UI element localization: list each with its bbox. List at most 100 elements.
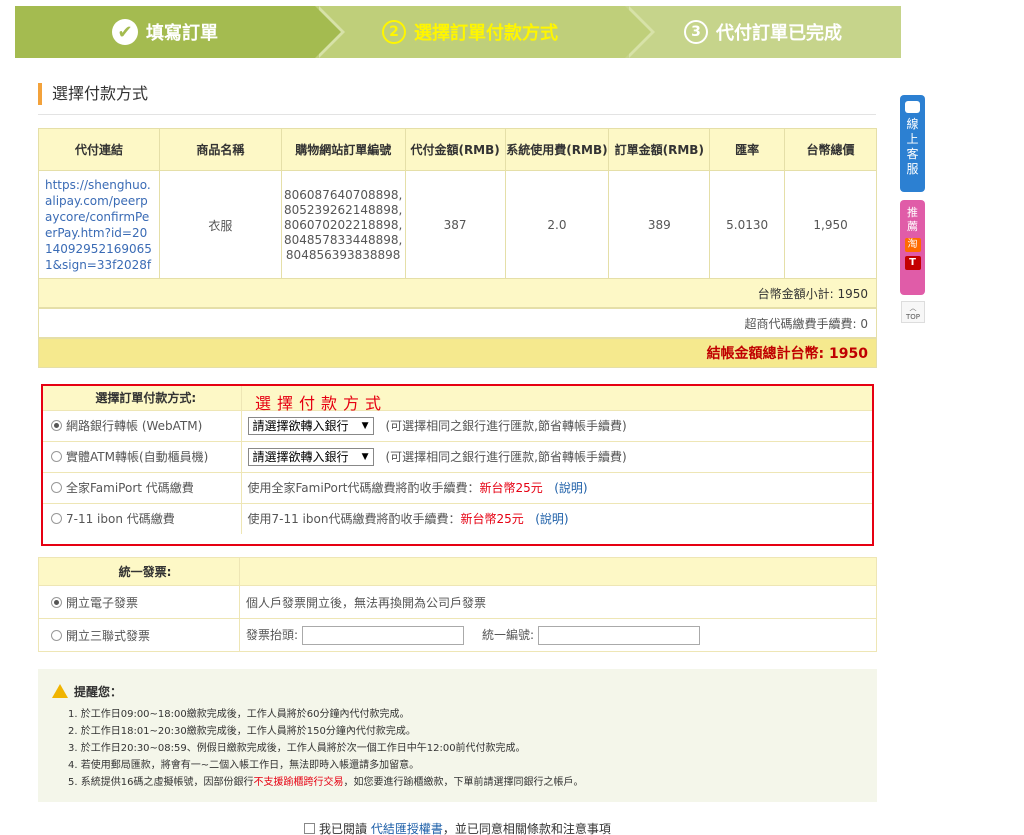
recommend-label: 推薦 <box>907 206 918 233</box>
progress-steps: ✔ 填寫訂單 2 選擇訂單付款方式 3 代付訂單已完成 <box>15 6 901 58</box>
fee-amount: 新台幣25元 <box>460 512 524 527</box>
notice-item: 2. 於工作日18:01~20:30繳款完成後，工作人員將於150分鐘內代付款完… <box>68 726 416 737</box>
store-fee: 超商代碼繳費手續費: 0 <box>38 308 877 338</box>
option-label: 開立三聯式發票 <box>66 628 151 643</box>
divider <box>38 114 876 115</box>
option-label: 全家FamiPort 代碼繳費 <box>66 481 194 495</box>
service-label: 線上客服 <box>906 117 919 176</box>
recommend-widget[interactable]: 推薦 淘 T <box>900 200 925 295</box>
top-label: TOP <box>905 313 920 321</box>
handwritten-annotation: 選擇付款方式 <box>255 394 388 413</box>
invoice-option-electronic[interactable]: 開立電子發票 個人戶發票開立後，無法再換開為公司戶發票 <box>38 585 877 619</box>
bank-select[interactable]: 請選擇欲轉入銀行 ▼ <box>247 416 374 435</box>
subtotal: 台幣金額小計: 1950 <box>38 278 877 308</box>
option-desc: 使用7-11 ibon代碼繳費將酌收手續費： <box>247 512 461 527</box>
col-header: 匯率 <box>709 128 786 171</box>
pay-link[interactable]: https://shenghuo.alipay.com/peerpaycore/… <box>38 170 160 280</box>
notice-item: 5. 系統提供16碼之虛擬帳號，因部份銀行不支援踰櫃跨行交易，如您要進行踰櫃繳款… <box>68 774 877 791</box>
radio-webatm[interactable] <box>51 420 62 431</box>
option-label: 網路銀行轉帳 (WebATM) <box>66 419 203 433</box>
chat-icon <box>905 101 920 113</box>
tax-id-input[interactable] <box>538 625 701 645</box>
order-id: 804857833448898, <box>284 232 403 247</box>
option-label: 實體ATM轉帳(自動櫃員機) <box>66 450 209 464</box>
step-choose-payment: 2 選擇訂單付款方式 <box>315 6 655 58</box>
invoice-title-label: 發票抬頭: <box>246 627 299 642</box>
grand-total: 結帳金額總計台幣: 1950 <box>38 338 877 368</box>
radio-famiport[interactable] <box>51 482 62 493</box>
select-value: 請選擇欲轉入銀行 <box>252 418 349 433</box>
payment-option-ibon[interactable]: 7-11 ibon 代碼繳費 使用7-11 ibon代碼繳費將酌收手續費：新台幣… <box>43 503 872 534</box>
payment-option-webatm[interactable]: 網路銀行轉帳 (WebATM) 請選擇欲轉入銀行 ▼ (可選擇相同之銀行進行匯款,節… <box>43 410 872 442</box>
notice-text: 5. 系統提供16碼之虛擬帳號，因部份銀行 <box>68 777 254 788</box>
option-note: (可選擇相同之銀行進行匯款,節省轉帳手續費) <box>385 418 627 433</box>
invoice-title-input[interactable] <box>302 625 465 645</box>
option-note: (可選擇相同之銀行進行匯款,節省轉帳手續費) <box>385 449 627 464</box>
select-value: 請選擇欲轉入銀行 <box>252 449 349 464</box>
col-header: 商品名稱 <box>159 128 282 171</box>
invoice-option-triplicate[interactable]: 開立三聯式發票 發票抬頭: 統一編號: <box>38 618 877 652</box>
option-label: 開立電子發票 <box>66 595 139 610</box>
taobao-icon[interactable]: 淘 <box>904 238 921 252</box>
explain-link[interactable]: (說明) <box>554 481 587 495</box>
back-to-top-button[interactable]: ︿ TOP <box>901 301 925 323</box>
notice-box: 提醒您： 1. 於工作日09:00~18:00繳款完成後，工作人員將於60分鐘內… <box>38 669 877 802</box>
option-desc: 個人戶發票開立後，無法再換開為公司戶發票 <box>239 585 877 619</box>
col-header: 台幣總價 <box>784 128 877 171</box>
invoice-table: 統一發票: 開立電子發票 個人戶發票開立後，無法再換開為公司戶發票 開立三聯式發… <box>38 557 877 652</box>
radio-ibon[interactable] <box>51 513 62 525</box>
col-header: 系統使用費(RMB) <box>504 128 610 171</box>
notice-item: 3. 於工作日20:30~08:59、例假日繳款完成後，工作人員將於次一個工作日… <box>68 743 526 754</box>
order-id: 805239262148898, <box>284 202 403 217</box>
radio-e-invoice[interactable] <box>51 596 62 608</box>
radio-atm[interactable] <box>51 451 62 462</box>
online-service-button[interactable]: 線上客服 <box>900 95 925 192</box>
step-number: 3 <box>684 20 708 44</box>
exchange-rate: 5.0130 <box>709 170 786 280</box>
payment-option-famiport[interactable]: 全家FamiPort 代碼繳費 使用全家FamiPort代碼繳費將酌收手續費：新… <box>43 472 872 504</box>
agree-text: 我已閱讀 <box>319 822 368 835</box>
explain-link[interactable]: (說明) <box>535 512 568 526</box>
bank-select[interactable]: 請選擇欲轉入銀行 ▼ <box>247 447 374 466</box>
twd-total: 1,950 <box>784 170 877 280</box>
invoice-header: 統一發票: <box>38 557 240 586</box>
notice-warning-text: 不支援踰櫃跨行交易 <box>253 777 344 788</box>
warning-icon <box>52 684 68 698</box>
tax-id-label: 統一編號: <box>482 627 535 642</box>
dropdown-arrow-icon: ▼ <box>361 451 369 462</box>
chevron-up-icon: ︿ <box>909 304 917 312</box>
tmall-icon[interactable]: T <box>904 256 921 270</box>
col-header: 代付連結 <box>38 128 160 171</box>
notice-title: 提醒您： <box>74 685 123 699</box>
pay-amount: 387 <box>404 170 506 280</box>
pay-link-text[interactable]: https://shenghuo.alipay.com/peerpaycore/… <box>45 177 153 273</box>
step-label: 填寫訂單 <box>146 23 218 44</box>
step-number: 2 <box>382 20 406 44</box>
check-icon: ✔ <box>112 19 138 45</box>
payment-table: 選擇訂單付款方式: 網路銀行轉帳 (WebATM) 請選擇欲轉入銀行 ▼ (可選擇相… <box>43 386 872 534</box>
agree-row: 我已閱讀 代結匯授權書，並已同意相關條款和注意事項 <box>304 820 611 835</box>
option-desc: 使用全家FamiPort代碼繳費將酌收手續費： <box>247 481 480 495</box>
agree-checkbox[interactable] <box>304 823 315 834</box>
radio-triplicate[interactable] <box>51 629 62 641</box>
col-header: 訂單金額(RMB) <box>608 128 711 171</box>
section-title: 選擇付款方式 <box>38 83 148 105</box>
product-name: 衣服 <box>159 170 282 280</box>
step-completed: 3 代付訂單已完成 <box>625 6 901 58</box>
payment-header: 選擇訂單付款方式: <box>43 386 242 411</box>
step-label: 選擇訂單付款方式 <box>414 23 558 44</box>
table-row: https://shenghuo.alipay.com/peerpaycore/… <box>38 170 877 280</box>
col-header: 代付金額(RMB) <box>404 128 506 171</box>
payment-option-atm[interactable]: 實體ATM轉帳(自動櫃員機) 請選擇欲轉入銀行 ▼ (可選擇相同之銀行進行匯款,節省… <box>43 441 872 473</box>
payment-method-box: 選擇付款方式 選擇訂單付款方式: 網路銀行轉帳 (WebATM) 請選擇欲轉入銀… <box>41 384 874 546</box>
order-amount: 389 <box>608 170 711 280</box>
order-id: 806070202218898, <box>284 217 403 232</box>
step-label: 代付訂單已完成 <box>716 23 842 44</box>
agree-text: ，並已同意相關條款和注意事項 <box>442 822 611 835</box>
order-table: 代付連結 商品名稱 購物網站訂單編號 代付金額(RMB) 系統使用費(RMB) … <box>38 128 877 280</box>
step-fill-order: ✔ 填寫訂單 <box>15 6 345 58</box>
order-id: 804856393838898 <box>285 247 401 262</box>
order-ids: 806087640708898, 805239262148898, 806070… <box>280 170 406 280</box>
notice-item: 4. 若使用郵局匯款，將會有一~二個入帳工作日，無法即時入帳還請多加留意。 <box>68 760 420 771</box>
authorization-link[interactable]: 代結匯授權書 <box>371 822 443 835</box>
